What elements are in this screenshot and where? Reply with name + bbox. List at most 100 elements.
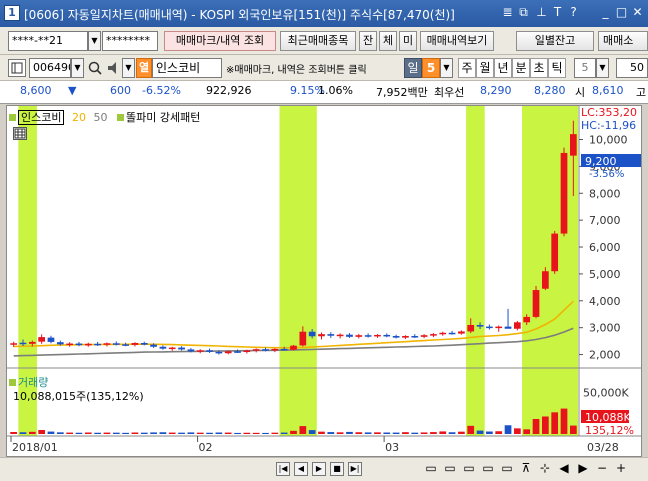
zoom-reset-icon[interactable]: ▭ xyxy=(500,462,514,476)
period-tab-0[interactable]: 주 xyxy=(458,58,476,78)
price-change-pct: -6.52% xyxy=(142,84,181,97)
trade-more-button[interactable]: 매매소 xyxy=(598,31,648,51)
nav-stop-icon[interactable]: ■ xyxy=(330,462,344,476)
balance-button[interactable]: 잔 xyxy=(359,31,377,51)
volume-bar xyxy=(150,432,157,434)
window-number-badge[interactable]: 1 xyxy=(4,5,20,21)
stock-toolbar: 006490 ▼ ▼ 열 인스코비 ※매매마크, 내역은 조회버튼 클릭 일 5… xyxy=(0,55,648,81)
nav-last-icon[interactable]: ▶| xyxy=(348,462,362,476)
candle-body xyxy=(514,322,521,329)
volume-bar xyxy=(430,432,437,434)
nav-play-icon[interactable]: ▶ xyxy=(312,462,326,476)
best-ask: 8,290 xyxy=(480,84,512,97)
stock-code-dropdown-icon[interactable]: ▼ xyxy=(71,58,84,78)
account-dropdown-icon[interactable]: ▼ xyxy=(88,31,101,51)
legend-swatch-icon xyxy=(9,114,16,121)
period-value[interactable]: 5 xyxy=(422,58,440,78)
candle-body xyxy=(215,351,223,354)
candle-body xyxy=(47,337,55,342)
x-tick-label: 03 xyxy=(385,441,399,454)
search-icon[interactable] xyxy=(87,59,103,77)
right-value-field[interactable]: 50 xyxy=(616,58,648,78)
nav-prev-icon[interactable]: ◀ xyxy=(294,462,308,476)
volume-bar xyxy=(290,430,297,434)
candle-body xyxy=(159,346,167,349)
restore-icon[interactable]: ⧉ xyxy=(516,5,531,20)
volume-bar xyxy=(206,432,213,434)
price-chart[interactable]: 10,0009,0008,0007,0006,0005,0004,0003,00… xyxy=(6,105,642,457)
candle-body xyxy=(262,349,269,351)
volume-bar xyxy=(103,432,111,434)
candle-body xyxy=(467,324,475,332)
candle-body xyxy=(224,351,232,354)
executed-button[interactable]: 체 xyxy=(379,31,397,51)
zoom-box-icon[interactable]: ▭ xyxy=(443,462,457,476)
candle-body xyxy=(336,334,344,337)
question-icon[interactable]: ? xyxy=(566,5,581,20)
candle-body xyxy=(364,335,372,337)
password-field[interactable]: ******** xyxy=(102,31,158,51)
candle-body xyxy=(448,332,456,335)
trade-history-button[interactable]: 매매내역보기 xyxy=(420,31,494,51)
period-tab-4[interactable]: 초 xyxy=(530,58,548,78)
candle-body xyxy=(112,343,120,345)
maximize-icon[interactable]: □ xyxy=(614,5,629,20)
tick-value-field[interactable]: 5 xyxy=(574,58,596,78)
volume-bar xyxy=(392,432,400,434)
scroll-left-icon[interactable]: ◀ xyxy=(557,462,571,476)
trade-mark-query-button[interactable]: 매매마크/내역 조회 xyxy=(164,31,276,51)
notice-text: ※매매마크, 내역은 조회버튼 클릭 xyxy=(226,65,367,76)
candle-body xyxy=(308,331,316,337)
daily-balance-button[interactable]: 일별잔고 xyxy=(516,31,594,51)
candle-body xyxy=(252,349,260,351)
unexecuted-button[interactable]: 미 xyxy=(399,31,417,51)
candle-body xyxy=(56,342,64,345)
candle-body xyxy=(38,337,46,342)
volume-bar xyxy=(234,432,241,434)
period-tab-5[interactable]: 틱 xyxy=(548,58,566,78)
candle-body xyxy=(523,316,531,323)
window-list-icon[interactable]: ≣ xyxy=(500,5,515,20)
candle-body xyxy=(383,334,391,337)
close-icon[interactable]: ✕ xyxy=(630,5,645,20)
candle-body xyxy=(560,152,568,234)
period-tab-3[interactable]: 분 xyxy=(512,58,530,78)
navigation-bar: |◀ ◀ ▶ ■ ▶| ▭ ▭ ▭ ▭ ▭ ⊼ ⊹ ◀ ▶ − + xyxy=(0,457,648,481)
account-field[interactable]: ****-**21 xyxy=(8,31,88,51)
table-view-icon[interactable] xyxy=(13,127,27,140)
account-toolbar: ****-**21 ▼ ******** 매매마크/내역 조회 최근매매종목 잔… xyxy=(0,27,648,55)
open-label: 시 xyxy=(575,86,586,99)
nav-first-icon[interactable]: |◀ xyxy=(276,462,290,476)
scroll-right-icon[interactable]: ▶ xyxy=(576,462,590,476)
draw-tool-icon[interactable]: ⊼ xyxy=(519,462,533,476)
candle-body xyxy=(476,324,484,327)
zoom-in-icon[interactable]: + xyxy=(614,462,628,476)
legend-ma50: 50 xyxy=(93,111,108,124)
period-daily-tab[interactable]: 일 xyxy=(404,58,422,78)
zoom-fit-icon[interactable]: ▭ xyxy=(424,462,438,476)
recent-trades-button[interactable]: 최근매매종목 xyxy=(280,31,356,51)
candle-body xyxy=(271,348,279,351)
stock-code-input[interactable]: 006490 xyxy=(29,58,71,78)
text-size-icon[interactable]: T xyxy=(550,5,565,20)
title-bar: 1 [0606] 자동일지차트(매매내역) - KOSPI 외국인보유[151(… xyxy=(0,0,648,27)
speaker-dropdown-icon[interactable]: ▼ xyxy=(122,58,135,78)
speaker-icon[interactable] xyxy=(106,59,122,77)
tick-dropdown-icon[interactable]: ▼ xyxy=(596,58,609,78)
help-pin-icon[interactable]: ⊥ xyxy=(534,5,549,20)
code-type-icon[interactable] xyxy=(8,59,26,77)
open-price: 8,610 xyxy=(592,84,624,97)
period-tab-1[interactable]: 월 xyxy=(476,58,494,78)
legend-pattern-label: 똘파미 강세패턴 xyxy=(125,111,201,124)
period-dropdown-icon[interactable]: ▼ xyxy=(440,58,453,78)
candle-body xyxy=(243,350,251,353)
candle-body xyxy=(430,334,437,336)
volume-bar xyxy=(308,430,316,434)
zoom-wide-icon[interactable]: ▭ xyxy=(462,462,476,476)
crosshair-icon[interactable]: ⊹ xyxy=(538,462,552,476)
minimize-icon[interactable]: _ xyxy=(598,5,613,20)
window-title: [0606] 자동일지차트(매매내역) - KOSPI 외국인보유[151(천)… xyxy=(24,8,455,22)
zoom-out-icon[interactable]: − xyxy=(595,462,609,476)
period-tab-2[interactable]: 년 xyxy=(494,58,512,78)
zoom-narrow-icon[interactable]: ▭ xyxy=(481,462,495,476)
